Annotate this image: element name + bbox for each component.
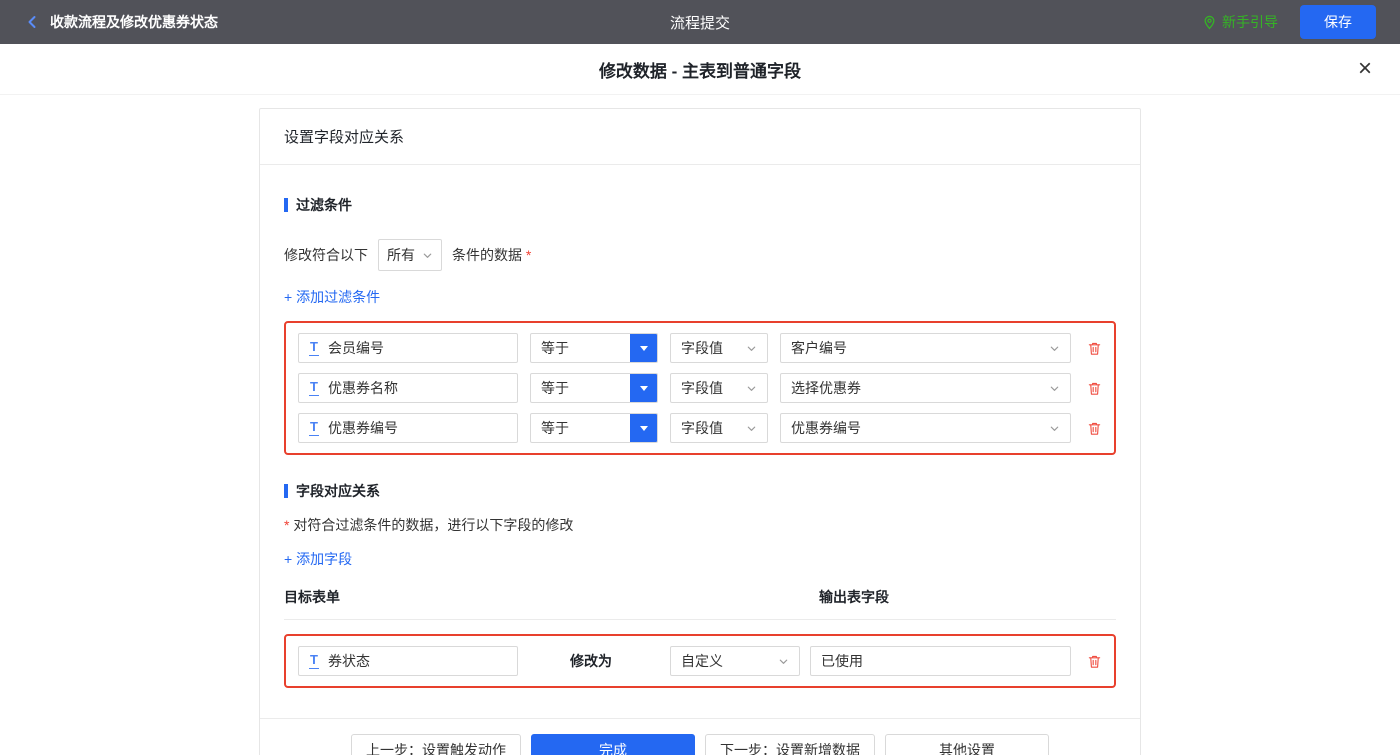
field-value: 优惠券名称 bbox=[328, 378, 398, 398]
compare-value-select[interactable]: 优惠券编号 bbox=[780, 413, 1071, 443]
operator-dropdown-button[interactable] bbox=[630, 374, 657, 402]
triangle-down-icon bbox=[640, 386, 648, 391]
triangle-down-icon bbox=[640, 426, 648, 431]
compare-value: 客户编号 bbox=[791, 338, 847, 358]
add-filter-condition-link[interactable]: + 添加过滤条件 bbox=[284, 287, 380, 307]
modify-to-label: 修改为 bbox=[570, 651, 612, 671]
flow-title: 收款流程及修改优惠券状态 bbox=[50, 12, 218, 32]
topbar: 收款流程及修改优惠券状态 流程提交 新手引导 保存 bbox=[0, 0, 1400, 44]
close-icon[interactable]: × bbox=[1358, 57, 1372, 81]
output-value-input[interactable] bbox=[810, 646, 1071, 676]
trash-icon bbox=[1087, 654, 1102, 669]
beginner-guide-link[interactable]: 新手引导 bbox=[1202, 12, 1278, 32]
mapping-section-title: 字段对应关系 bbox=[284, 481, 1116, 501]
section-marker bbox=[284, 484, 288, 498]
mapping-column-headers: 目标表单 输出表字段 bbox=[284, 587, 1116, 620]
filter-suffix-text: 条件的数据 * bbox=[452, 245, 531, 265]
operator-dropdown-button[interactable] bbox=[630, 414, 657, 442]
field-value: 会员编号 bbox=[328, 338, 384, 358]
value-type-value: 字段值 bbox=[681, 378, 723, 398]
delete-row-button[interactable] bbox=[1087, 341, 1102, 356]
compare-value-select[interactable]: 选择优惠券 bbox=[780, 373, 1071, 403]
field-mapping-card: 设置字段对应关系 过滤条件 修改符合以下 所有 条件的数据 * + 添加过滤条件… bbox=[259, 108, 1141, 755]
operator-value: 等于 bbox=[531, 414, 630, 442]
operator-dropdown-button[interactable] bbox=[630, 334, 657, 362]
prev-step-button[interactable]: 上一步：设置触发动作 bbox=[351, 734, 521, 755]
value-type-select[interactable]: 字段值 bbox=[670, 333, 768, 363]
trash-icon bbox=[1087, 341, 1102, 356]
value-type-select[interactable]: 字段值 bbox=[670, 413, 768, 443]
target-form-header: 目标表单 bbox=[284, 587, 819, 607]
chevron-down-icon bbox=[746, 343, 757, 354]
delete-row-button[interactable] bbox=[1087, 654, 1102, 669]
target-field-value: 券状态 bbox=[328, 651, 370, 671]
filter-match-line: 修改符合以下 所有 条件的数据 * bbox=[284, 239, 1116, 271]
filter-prefix-text: 修改符合以下 bbox=[284, 245, 368, 265]
location-pin-icon bbox=[1202, 15, 1217, 30]
value-mode-value: 自定义 bbox=[681, 651, 723, 671]
match-mode-select[interactable]: 所有 bbox=[378, 239, 442, 271]
required-mark: * bbox=[284, 517, 289, 533]
filter-condition-row: T 会员编号 等于 字段值 客户编号 bbox=[298, 333, 1102, 363]
field-select[interactable]: T 优惠券编号 bbox=[298, 413, 518, 443]
triangle-down-icon bbox=[640, 346, 648, 351]
back-button[interactable] bbox=[24, 14, 40, 30]
done-button[interactable]: 完成 bbox=[531, 734, 695, 755]
field-select[interactable]: T 会员编号 bbox=[298, 333, 518, 363]
card-header-title: 设置字段对应关系 bbox=[260, 109, 1140, 165]
add-field-link[interactable]: + 添加字段 bbox=[284, 549, 352, 569]
value-type-select[interactable]: 字段值 bbox=[670, 373, 768, 403]
text-field-icon: T bbox=[309, 340, 319, 356]
text-field-icon: T bbox=[309, 653, 319, 669]
chevron-down-icon bbox=[746, 383, 757, 394]
operator-select[interactable]: 等于 bbox=[530, 333, 658, 363]
filter-conditions-highlight-box: T 会员编号 等于 字段值 客户编号 bbox=[284, 321, 1116, 455]
compare-value-select[interactable]: 客户编号 bbox=[780, 333, 1071, 363]
trash-icon bbox=[1087, 381, 1102, 396]
operator-select[interactable]: 等于 bbox=[530, 373, 658, 403]
save-button[interactable]: 保存 bbox=[1300, 5, 1376, 39]
delete-row-button[interactable] bbox=[1087, 421, 1102, 436]
delete-row-button[interactable] bbox=[1087, 381, 1102, 396]
target-field-select[interactable]: T 券状态 bbox=[298, 646, 518, 676]
mapping-row: T 券状态 修改为 自定义 bbox=[298, 646, 1102, 676]
operator-value: 等于 bbox=[531, 334, 630, 362]
match-mode-value: 所有 bbox=[387, 245, 415, 265]
output-field-header: 输出表字段 bbox=[819, 587, 889, 607]
chevron-down-icon bbox=[1049, 383, 1060, 394]
next-step-button[interactable]: 下一步：设置新增数据 bbox=[705, 734, 875, 755]
chevron-down-icon bbox=[778, 656, 789, 667]
modal-title: 修改数据 - 主表到普通字段 bbox=[599, 57, 801, 82]
chevron-down-icon bbox=[746, 423, 757, 434]
compare-value: 优惠券编号 bbox=[791, 418, 861, 438]
filter-section-title: 过滤条件 bbox=[284, 195, 1116, 215]
other-settings-button[interactable]: 其他设置 bbox=[885, 734, 1049, 755]
value-type-value: 字段值 bbox=[681, 418, 723, 438]
mapping-highlight-box: T 券状态 修改为 自定义 bbox=[284, 634, 1116, 688]
value-mode-select[interactable]: 自定义 bbox=[670, 646, 800, 676]
required-mark: * bbox=[526, 247, 531, 263]
operator-value: 等于 bbox=[531, 374, 630, 402]
beginner-guide-label: 新手引导 bbox=[1222, 12, 1278, 32]
field-value: 优惠券编号 bbox=[328, 418, 398, 438]
modal-header: 修改数据 - 主表到普通字段 × bbox=[0, 44, 1400, 95]
text-field-icon: T bbox=[309, 420, 319, 436]
filter-section-label: 过滤条件 bbox=[296, 195, 352, 215]
mapping-description: * 对符合过滤条件的数据，进行以下字段的修改 bbox=[284, 515, 1116, 535]
filter-condition-row: T 优惠券名称 等于 字段值 选择优惠券 bbox=[298, 373, 1102, 403]
value-type-value: 字段值 bbox=[681, 338, 723, 358]
chevron-down-icon bbox=[1049, 343, 1060, 354]
chevron-down-icon bbox=[1049, 423, 1060, 434]
field-select[interactable]: T 优惠券名称 bbox=[298, 373, 518, 403]
text-field-icon: T bbox=[309, 380, 319, 396]
mapping-section-label: 字段对应关系 bbox=[296, 481, 380, 501]
card-footer: 上一步：设置触发动作 完成 下一步：设置新增数据 其他设置 bbox=[260, 718, 1140, 755]
section-marker bbox=[284, 198, 288, 212]
filter-condition-row: T 优惠券编号 等于 字段值 优惠券编号 bbox=[298, 413, 1102, 443]
chevron-down-icon bbox=[422, 250, 433, 261]
compare-value: 选择优惠券 bbox=[791, 378, 861, 398]
trash-icon bbox=[1087, 421, 1102, 436]
operator-select[interactable]: 等于 bbox=[530, 413, 658, 443]
chevron-left-icon bbox=[24, 14, 40, 30]
